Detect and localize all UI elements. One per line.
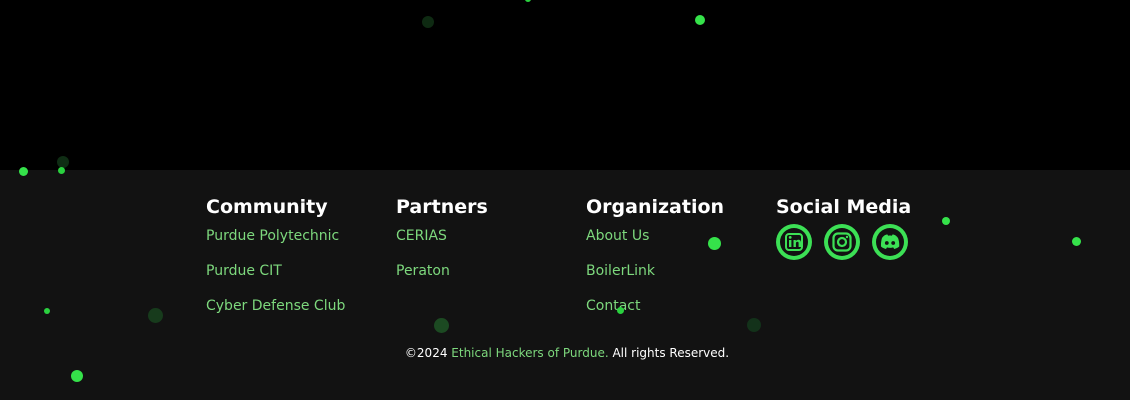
column-title-community: Community bbox=[206, 196, 328, 218]
copyright-suffix: All rights Reserved. bbox=[608, 346, 730, 360]
particle-dot bbox=[617, 307, 624, 314]
org-link[interactable]: Ethical Hackers of Purdue. bbox=[451, 346, 608, 360]
link-purdue-polytechnic[interactable]: Purdue Polytechnic bbox=[206, 228, 345, 245]
particle-background bbox=[0, 0, 1130, 170]
particle-dot bbox=[1072, 237, 1081, 246]
column-title-organization: Organization bbox=[586, 196, 725, 218]
discord-button[interactable] bbox=[872, 224, 908, 260]
particle-dot bbox=[58, 167, 65, 174]
footer-column-social-media: Social Media bbox=[776, 195, 911, 260]
footer-column-organization: Organization About Us BoilerLink Contact bbox=[586, 195, 724, 333]
particle-dot bbox=[434, 318, 449, 333]
linkedin-icon bbox=[780, 228, 808, 256]
particle-dot bbox=[422, 16, 434, 28]
link-cyber-defense-club[interactable]: Cyber Defense Club bbox=[206, 298, 345, 315]
copyright-prefix: ©2024 bbox=[404, 346, 452, 360]
particle-dot bbox=[695, 15, 705, 25]
site-footer: Community Purdue Polytechnic Purdue CIT … bbox=[0, 170, 1130, 400]
particle-dot bbox=[148, 308, 163, 323]
link-boilerlink[interactable]: BoilerLink bbox=[586, 263, 724, 280]
particle-dot bbox=[747, 318, 761, 332]
social-icons bbox=[776, 224, 911, 260]
particle-dot bbox=[71, 370, 83, 382]
link-purdue-cit[interactable]: Purdue CIT bbox=[206, 263, 345, 280]
linkedin-button[interactable] bbox=[776, 224, 812, 260]
footer-column-partners: Partners CERIAS Peraton bbox=[396, 195, 488, 298]
footer-column-community: Community Purdue Polytechnic Purdue CIT … bbox=[206, 195, 345, 333]
link-about-us[interactable]: About Us bbox=[586, 228, 724, 245]
column-title-social-media: Social Media bbox=[776, 196, 912, 218]
particle-dot bbox=[57, 156, 69, 168]
instagram-icon bbox=[828, 228, 856, 256]
link-peraton[interactable]: Peraton bbox=[396, 263, 488, 280]
link-cerias[interactable]: CERIAS bbox=[396, 228, 488, 245]
particle-dot bbox=[708, 237, 721, 250]
instagram-button[interactable] bbox=[824, 224, 860, 260]
link-contact[interactable]: Contact bbox=[586, 298, 724, 315]
discord-icon bbox=[876, 228, 904, 256]
particle-dot bbox=[942, 217, 950, 225]
particle-dot bbox=[19, 167, 28, 176]
column-title-partners: Partners bbox=[396, 196, 488, 218]
particle-dot bbox=[44, 308, 50, 314]
copyright-text: ©2024 Ethical Hackers of Purdue. All rig… bbox=[0, 345, 1130, 361]
page: Community Purdue Polytechnic Purdue CIT … bbox=[0, 0, 1130, 400]
